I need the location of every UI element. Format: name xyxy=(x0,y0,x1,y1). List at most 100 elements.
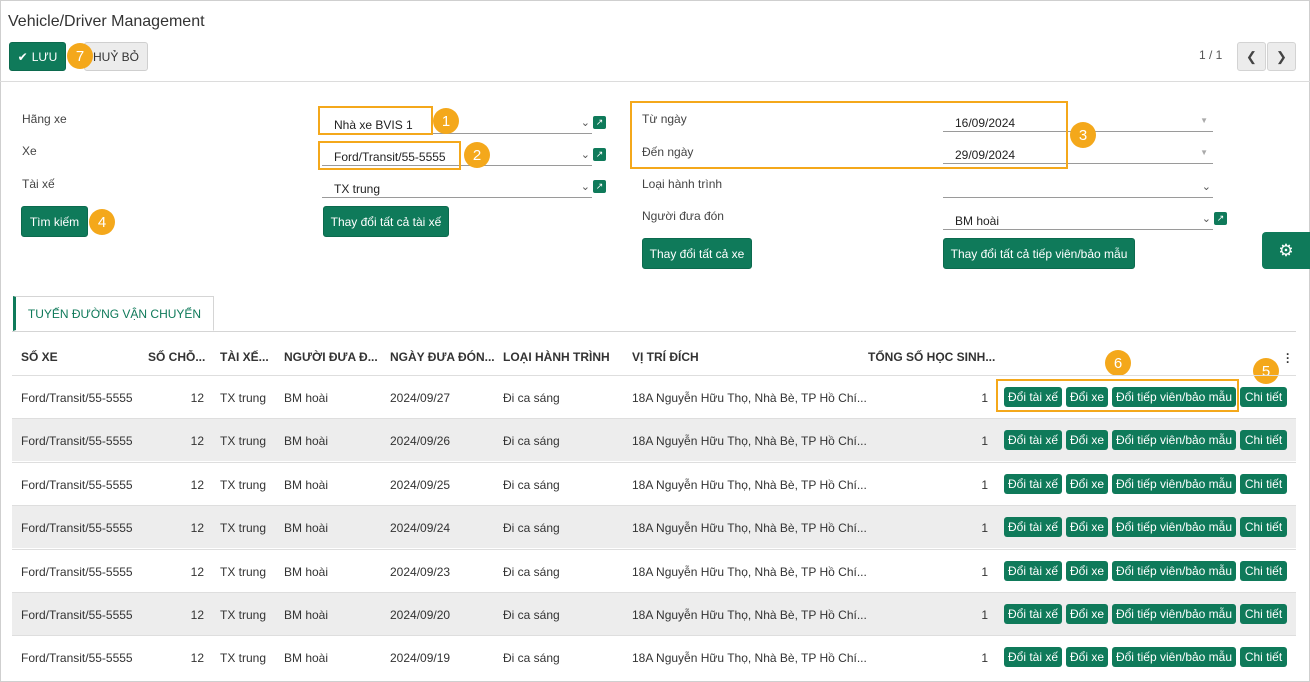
table-row[interactable]: Ford/Transit/55-5555 12 TX trung BM hoài 202… xyxy=(12,375,1296,418)
cell-nguoi-dua: BM hoài xyxy=(284,564,329,579)
table-row[interactable]: Ford/Transit/55-5555 12 TX trung BM hoài 202… xyxy=(12,505,1296,549)
cell-vi-tri: 18A Nguyễn Hữu Thọ, Nhà Bè, TP Hồ Chí... xyxy=(632,564,867,579)
cell-nguoi-dua: BM hoài xyxy=(284,608,329,622)
change-all-vehicles-button[interactable]: Thay đổi tất cả xe xyxy=(642,238,752,269)
cell-so-cho: 12 xyxy=(190,391,204,405)
cell-ngay: 2024/09/23 xyxy=(390,564,451,579)
cell-tong: 1 xyxy=(981,477,988,492)
table-row[interactable]: Ford/Transit/55-5555 12 TX trung BM hoài 202… xyxy=(12,461,1296,505)
col-header-so-xe[interactable]: SỐ XE xyxy=(21,350,58,364)
change-driver-button[interactable]: Đổi tài xế xyxy=(1004,473,1062,494)
loai-hanh-trinh-label: Loại hành trình xyxy=(642,177,723,191)
cell-vi-tri: 18A Nguyễn Hữu Thọ, Nhà Bè, TP Hồ Chí... xyxy=(632,434,867,449)
chevron-down-icon: ⌄ xyxy=(1201,181,1211,193)
change-driver-button[interactable]: Đổi tài xế xyxy=(1004,517,1062,538)
cell-so-xe: Ford/Transit/55-5555 xyxy=(21,391,133,405)
change-attendant-button[interactable]: Đổi tiếp viên/bảo mẫu xyxy=(1112,387,1236,407)
cell-tai-xe: TX trung xyxy=(220,564,267,579)
kebab-icon[interactable]: · · · xyxy=(1286,348,1290,368)
cell-tai-xe: TX trung xyxy=(220,521,267,536)
hang-xe-label: Hãng xe xyxy=(22,112,67,126)
tab-tuyen-duong[interactable]: TUYẾN ĐƯỜNG VẬN CHUYỂN xyxy=(13,296,214,331)
cell-loai: Đi ca sáng xyxy=(503,521,560,536)
change-attendant-button[interactable]: Đổi tiếp viên/bảo mẫu xyxy=(1112,604,1236,624)
col-header-loai[interactable]: LOẠI HÀNH TRÌNH xyxy=(503,350,610,364)
cell-so-xe: Ford/Transit/55-5555 xyxy=(21,651,133,666)
cell-ngay: 2024/09/25 xyxy=(390,477,451,492)
tu-ngay-label: Từ ngày xyxy=(642,112,687,126)
detail-button[interactable]: Chi tiết xyxy=(1240,647,1287,668)
loai-hanh-trinh-select[interactable]: ⌄ xyxy=(943,176,1213,198)
detail-button[interactable]: Chi tiết xyxy=(1240,560,1287,581)
nguoi-dua-don-select[interactable]: BM hoài ⌄ xyxy=(943,208,1213,230)
cell-nguoi-dua: BM hoài xyxy=(284,434,329,449)
chevron-right-icon: ❯ xyxy=(1276,48,1287,64)
change-attendant-button[interactable]: Đổi tiếp viên/bảo mẫu xyxy=(1112,560,1236,581)
hang-xe-value: Nhà xe BVIS 1 xyxy=(334,118,413,132)
change-vehicle-button[interactable]: Đổi xe xyxy=(1066,473,1108,494)
detail-button[interactable]: Chi tiết xyxy=(1240,517,1287,538)
external-link-icon[interactable]: ↗ xyxy=(593,180,606,193)
external-link-icon[interactable]: ↗ xyxy=(593,116,606,129)
chevron-left-icon: ❮ xyxy=(1246,48,1257,64)
change-driver-button[interactable]: Đổi tài xế xyxy=(1004,647,1062,668)
cancel-button[interactable]: HUỶ BỎ xyxy=(84,42,148,71)
table-row[interactable]: Ford/Transit/55-5555 12 TX trung BM hoài 202… xyxy=(12,635,1296,678)
change-vehicle-button[interactable]: Đổi xe xyxy=(1066,647,1108,668)
tai-xe-value: TX trung xyxy=(334,182,381,196)
change-driver-button[interactable]: Đổi tài xế xyxy=(1004,430,1062,451)
change-driver-button[interactable]: Đổi tài xế xyxy=(1004,560,1062,581)
prev-page-button[interactable]: ❮ xyxy=(1237,42,1266,71)
detail-button[interactable]: Chi tiết xyxy=(1240,604,1287,624)
chevron-down-icon: ⌄ xyxy=(580,117,590,129)
table-row[interactable]: Ford/Transit/55-5555 12 TX trung BM hoài 202… xyxy=(12,418,1296,462)
col-header-so-cho[interactable]: SỐ CHỖ... xyxy=(148,350,205,364)
cell-so-cho: 12 xyxy=(190,434,204,449)
xe-label: Xe xyxy=(22,144,37,158)
search-button[interactable]: Tìm kiếm xyxy=(21,206,88,237)
settings-button[interactable]: ⚙ xyxy=(1262,232,1310,269)
change-vehicle-button[interactable]: Đổi xe xyxy=(1066,430,1108,451)
cell-ngay: 2024/09/19 xyxy=(390,651,451,666)
tai-xe-select[interactable]: TX trung ⌄ xyxy=(322,176,592,198)
detail-button[interactable]: Chi tiết xyxy=(1240,430,1287,451)
detail-button[interactable]: Chi tiết xyxy=(1240,473,1287,494)
detail-button[interactable]: Chi tiết xyxy=(1240,387,1287,407)
cell-tai-xe: TX trung xyxy=(220,477,267,492)
col-header-tai-xe[interactable]: TÀI XẾ... xyxy=(220,350,269,364)
next-page-button[interactable]: ❯ xyxy=(1267,42,1296,71)
page-title: Vehicle/Driver Management xyxy=(8,13,205,30)
caret-down-icon: ▼ xyxy=(1200,148,1208,157)
cell-ngay: 2024/09/20 xyxy=(390,608,451,622)
col-header-tong[interactable]: TỔNG SỐ HỌC SINH... xyxy=(868,350,995,364)
table-row[interactable]: Ford/Transit/55-5555 12 TX trung BM hoài 202… xyxy=(12,548,1296,592)
col-header-ngay[interactable]: NGÀY ĐƯA ĐÓN... xyxy=(390,350,495,364)
change-vehicle-button[interactable]: Đổi xe xyxy=(1066,560,1108,581)
cell-ngay: 2024/09/26 xyxy=(390,434,451,449)
col-header-vi-tri[interactable]: VỊ TRÍ ĐÍCH xyxy=(632,350,699,364)
external-link-icon[interactable]: ↗ xyxy=(593,148,606,161)
change-attendant-button[interactable]: Đổi tiếp viên/bảo mẫu xyxy=(1112,517,1236,538)
caret-down-icon: ▼ xyxy=(1200,116,1208,125)
change-all-attendants-button[interactable]: Thay đổi tất cả tiếp viên/bảo mẫu xyxy=(943,238,1135,269)
cell-loai: Đi ca sáng xyxy=(503,477,560,492)
change-attendant-button[interactable]: Đổi tiếp viên/bảo mẫu xyxy=(1112,647,1236,668)
save-label: LƯU xyxy=(31,49,58,64)
change-vehicle-button[interactable]: Đổi xe xyxy=(1066,517,1108,538)
external-link-icon[interactable]: ↗ xyxy=(1214,212,1227,225)
change-driver-button[interactable]: Đổi tài xế xyxy=(1004,604,1062,624)
change-vehicle-button[interactable]: Đổi xe xyxy=(1066,387,1108,407)
chevron-down-icon: ⌄ xyxy=(580,181,590,193)
change-attendant-button[interactable]: Đổi tiếp viên/bảo mẫu xyxy=(1112,430,1236,451)
cell-nguoi-dua: BM hoài xyxy=(284,651,329,666)
change-attendant-button[interactable]: Đổi tiếp viên/bảo mẫu xyxy=(1112,473,1236,494)
change-all-drivers-button[interactable]: Thay đổi tất cả tài xế xyxy=(323,206,449,237)
change-vehicle-button[interactable]: Đổi xe xyxy=(1066,604,1108,624)
col-header-nguoi-dua[interactable]: NGƯỜI ĐƯA Đ... xyxy=(284,350,378,364)
chevron-down-icon: ⌄ xyxy=(580,149,590,161)
table-row[interactable]: Ford/Transit/55-5555 12 TX trung BM hoài 202… xyxy=(12,592,1296,635)
save-button[interactable]: ✔ LƯU xyxy=(9,42,66,71)
xe-select[interactable]: Ford/Transit/55-5555 ⌄ xyxy=(322,144,592,166)
change-driver-button[interactable]: Đổi tài xế xyxy=(1004,387,1062,407)
cell-tai-xe: TX trung xyxy=(220,608,267,622)
